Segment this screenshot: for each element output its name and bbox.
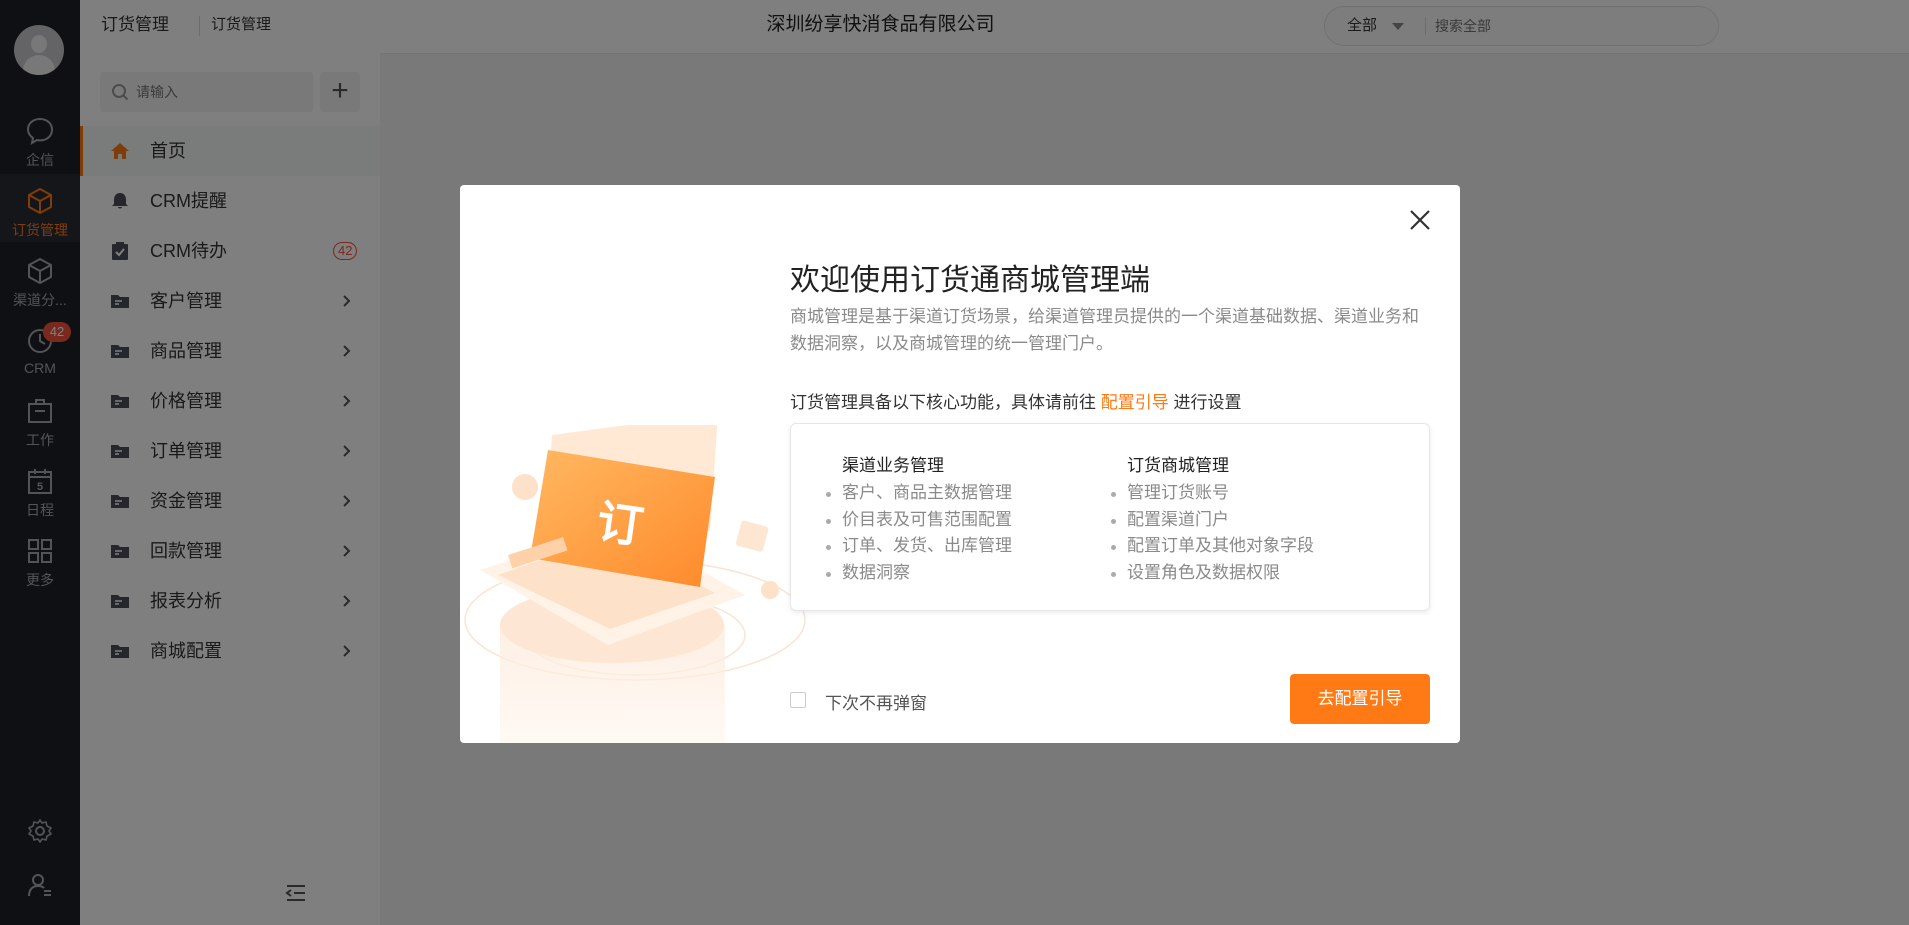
welcome-modal: 订 欢迎使用订货通商城管理端 商城管理是基于渠道订货场景，给渠道管理员提供的一个… <box>460 185 1460 743</box>
modal-description: 商城管理是基于渠道订货场景，给渠道管理员提供的一个渠道基础数据、渠道业务和数据洞… <box>790 307 1419 353</box>
modal-title: 欢迎使用订货通商城管理端 <box>790 264 1150 297</box>
core-features-intro: 订货管理具备以下核心功能，具体请前往 配置引导 进行设置 <box>790 388 1241 413</box>
config-guide-link[interactable]: 配置引导 <box>1101 393 1169 412</box>
feature-column-title: 渠道业务管理 <box>842 456 944 475</box>
feature-item: 管理订货账号 <box>1111 480 1314 507</box>
feature-item: 配置渠道门户 <box>1111 507 1314 534</box>
svg-text:订: 订 <box>594 494 647 554</box>
feature-column-title: 订货商城管理 <box>1127 456 1229 475</box>
feature-column-channel: 渠道业务管理 客户、商品主数据管理 价目表及可售范围配置 订单、发货、出库管理 … <box>826 451 1012 587</box>
feature-item: 设置角色及数据权限 <box>1111 560 1314 587</box>
dont-show-again-checkbox[interactable] <box>790 692 806 708</box>
features-card: 渠道业务管理 客户、商品主数据管理 价目表及可售范围配置 订单、发货、出库管理 … <box>790 423 1430 611</box>
laptop-illustration: 订 <box>464 425 806 743</box>
feature-item: 价目表及可售范围配置 <box>826 507 1012 534</box>
close-icon[interactable] <box>1405 205 1435 235</box>
feature-item: 订单、发货、出库管理 <box>826 533 1012 560</box>
feature-item: 客户、商品主数据管理 <box>826 480 1012 507</box>
feature-column-mall: 订货商城管理 管理订货账号 配置渠道门户 配置订单及其他对象字段 设置角色及数据… <box>1111 451 1314 587</box>
core-suffix: 进行设置 <box>1173 393 1242 412</box>
go-config-guide-button[interactable]: 去配置引导 <box>1290 674 1430 724</box>
dont-show-again-label: 下次不再弹窗 <box>825 694 927 713</box>
feature-item: 数据洞察 <box>826 560 1012 587</box>
feature-item: 配置订单及其他对象字段 <box>1111 533 1314 560</box>
core-prefix: 订货管理具备以下核心功能，具体请前往 <box>790 393 1096 412</box>
